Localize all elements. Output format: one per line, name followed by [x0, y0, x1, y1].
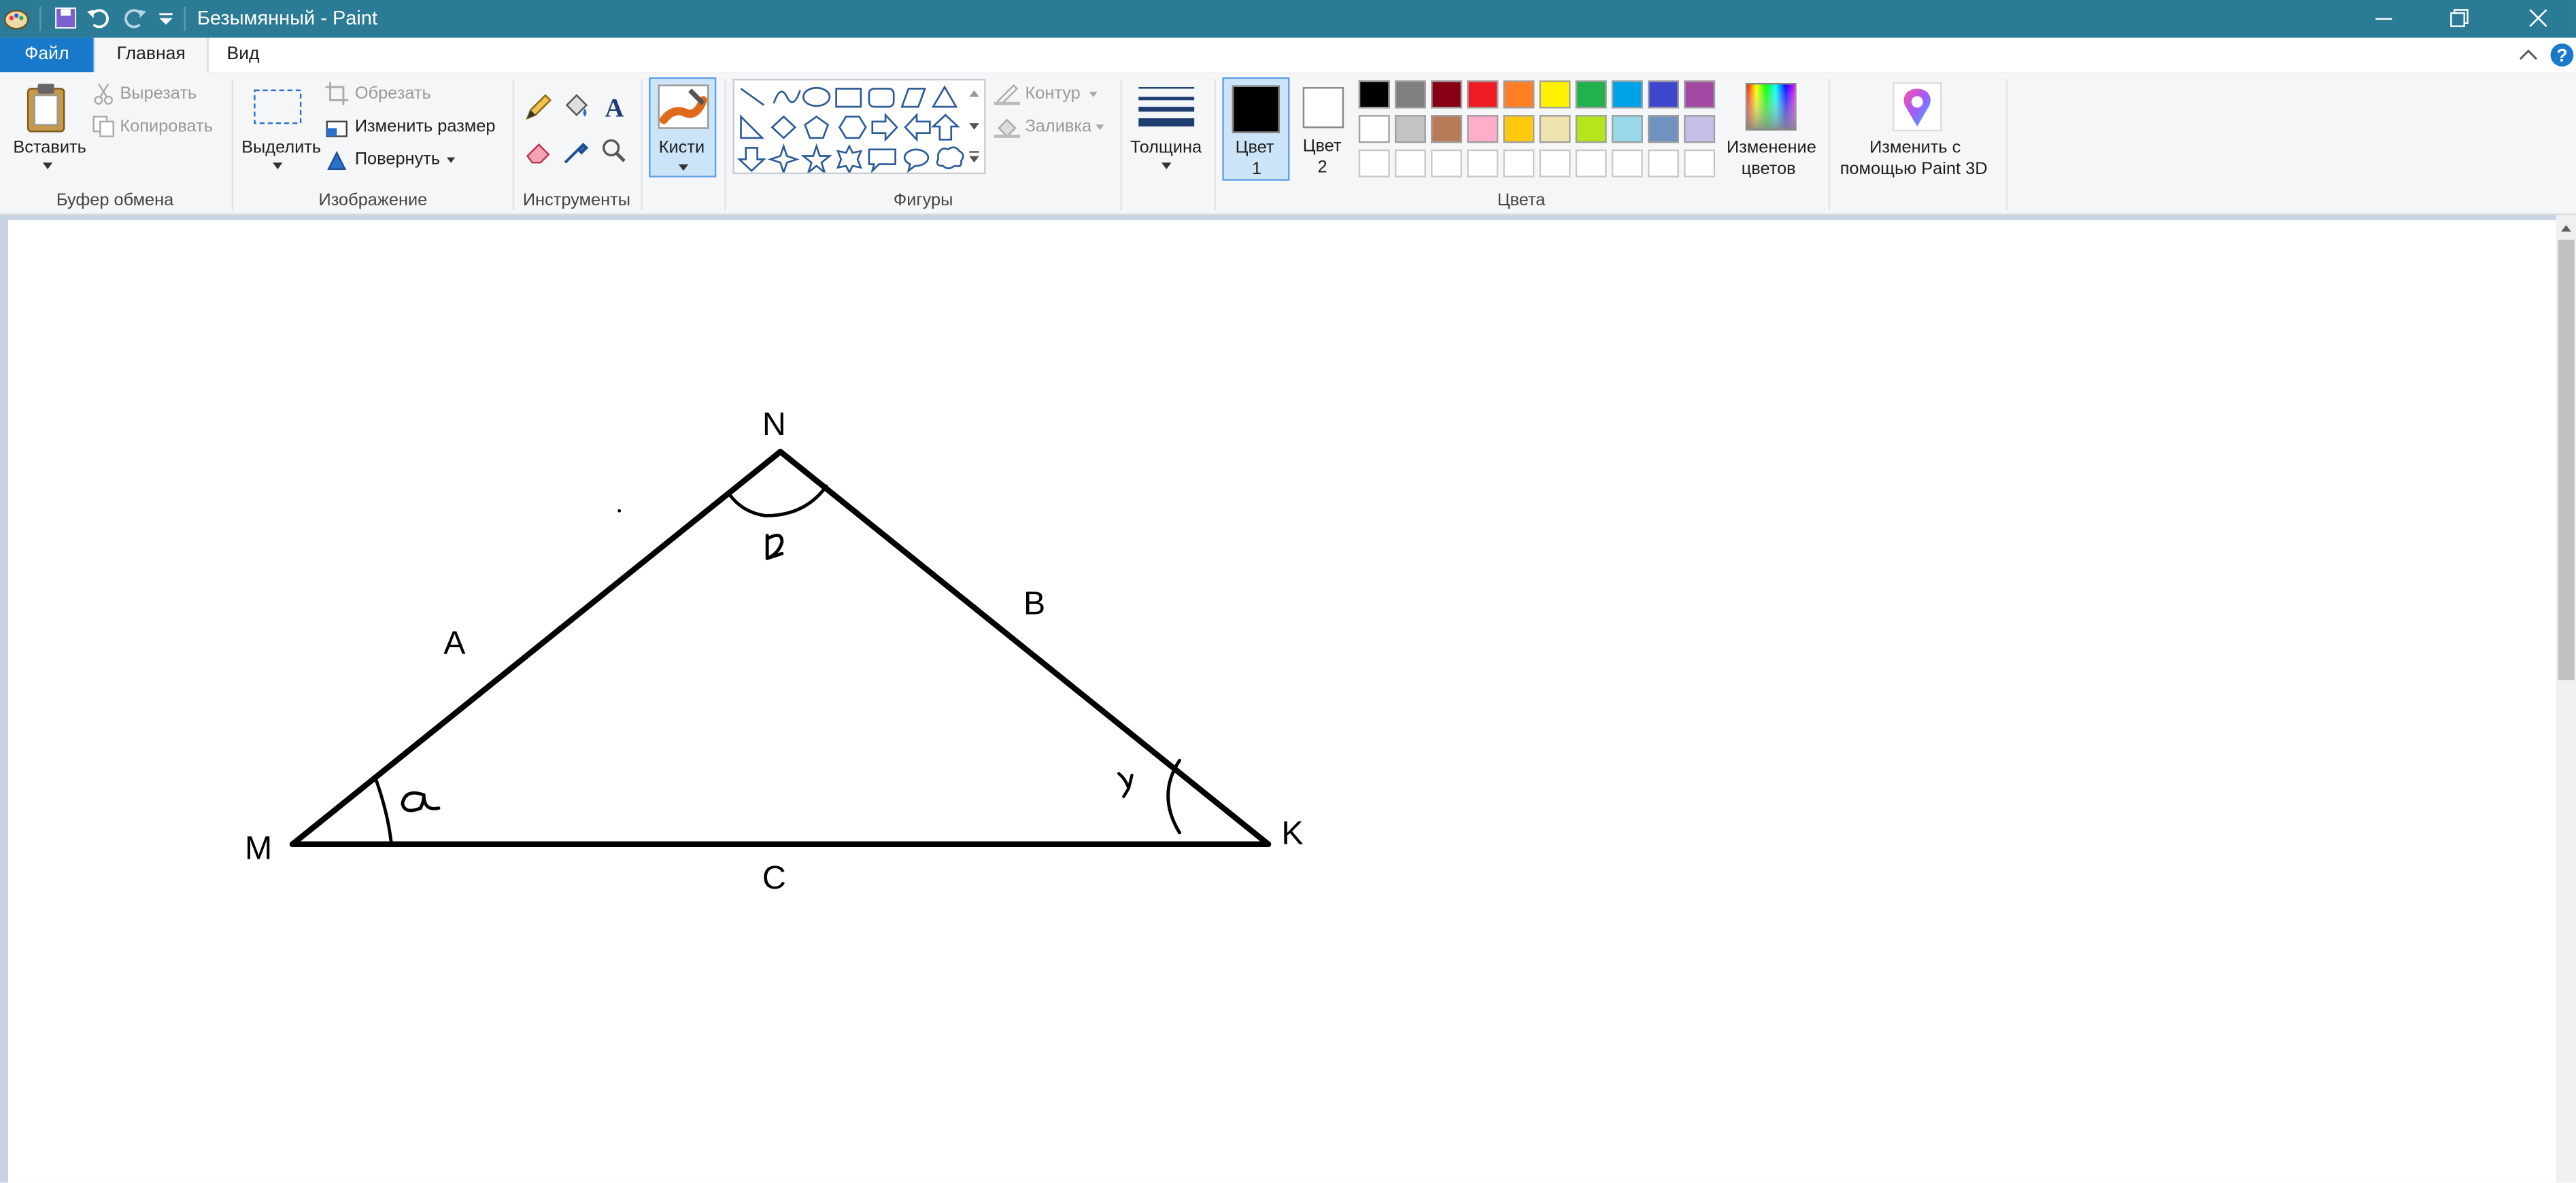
beta-symbol [765, 533, 784, 560]
angle-beta-arc [728, 484, 828, 517]
triangle-drawing [289, 449, 1272, 847]
side-a-line [289, 449, 783, 847]
vertex-label-n: N [762, 407, 786, 444]
side-label-b: B [1023, 586, 1046, 623]
stray-dot [617, 509, 622, 513]
paint-window: Безымянный - Paint Файл Главная Вид ? Вс… [0, 0, 2576, 1183]
angle-alpha-arc [374, 778, 393, 843]
vertex-label-m: M [244, 831, 273, 868]
side-label-c: C [762, 860, 786, 897]
side-b-line [777, 449, 1272, 847]
side-label-a: A [443, 625, 466, 662]
alpha-symbol [401, 791, 441, 812]
vertex-label-k: K [1281, 816, 1304, 853]
gamma-symbol [1117, 772, 1134, 798]
